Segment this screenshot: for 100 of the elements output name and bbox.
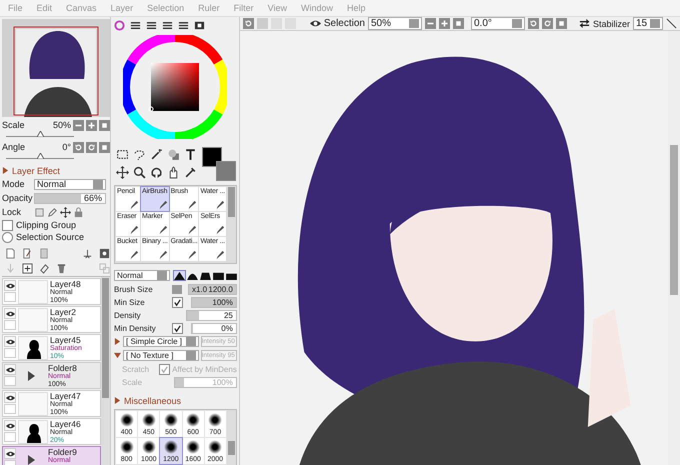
visibility-toggle[interactable] bbox=[4, 336, 16, 347]
zoom-out-button[interactable] bbox=[73, 120, 84, 130]
disclosure-triangle-icon[interactable] bbox=[114, 397, 121, 404]
lock-label: Lock bbox=[2, 207, 22, 217]
tool-button[interactable] bbox=[132, 148, 146, 163]
tool-button[interactable] bbox=[132, 166, 146, 181]
value-slider[interactable]: 0% bbox=[191, 322, 237, 334]
eye-icon bbox=[6, 450, 14, 456]
visibility-toggle[interactable] bbox=[4, 392, 16, 403]
navigator-label: Angle bbox=[2, 142, 26, 152]
layer-name: Layer46 bbox=[50, 420, 81, 429]
rotate-left-button[interactable] bbox=[73, 142, 84, 152]
selection-toggle[interactable]: Selection bbox=[324, 18, 365, 29]
brush-edge-option[interactable] bbox=[212, 270, 224, 280]
color-wheel-icon bbox=[114, 20, 125, 31]
tool-button[interactable] bbox=[166, 166, 180, 181]
padlock-icon bbox=[73, 206, 84, 218]
brush-tool-icon bbox=[214, 250, 225, 260]
eye-icon bbox=[6, 338, 14, 344]
line-icon bbox=[666, 18, 677, 29]
rectangle-select-icon bbox=[116, 148, 128, 161]
disclosure-triangle-icon[interactable] bbox=[2, 167, 9, 174]
merge-down-icon bbox=[22, 263, 33, 274]
tool-button[interactable] bbox=[116, 166, 128, 181]
edge-shape-icon bbox=[174, 270, 185, 280]
reset-angle-button[interactable] bbox=[556, 18, 567, 29]
rotate-left-icon bbox=[528, 19, 538, 28]
color-wheel[interactable] bbox=[123, 35, 228, 140]
zoom-in-button[interactable] bbox=[86, 120, 97, 130]
visibility-toggle[interactable] bbox=[4, 448, 16, 459]
slider-thumb[interactable] bbox=[37, 131, 44, 137]
value-slider[interactable]: 100% bbox=[191, 296, 237, 308]
opacity-label: Opacity bbox=[2, 193, 32, 203]
eyedropper-icon bbox=[184, 166, 196, 179]
brush-tool-icon bbox=[129, 250, 140, 260]
rotate-right-button[interactable] bbox=[542, 18, 553, 29]
text-tool-icon bbox=[184, 148, 196, 161]
rotate-left-button[interactable] bbox=[528, 18, 539, 29]
reset-zoom-button[interactable] bbox=[99, 120, 110, 130]
tool-button[interactable] bbox=[150, 166, 162, 181]
value-slider[interactable]: 25 bbox=[186, 310, 237, 321]
layer-name: Folder9 bbox=[48, 448, 77, 457]
zoom-out-button[interactable] bbox=[424, 18, 436, 29]
magic-wand-icon bbox=[150, 148, 162, 161]
square-icon bbox=[556, 19, 566, 28]
brush-tool-icon bbox=[158, 250, 168, 260]
artwork-drawing[interactable] bbox=[240, 31, 668, 465]
eye-icon bbox=[310, 18, 321, 29]
eye-icon bbox=[6, 394, 14, 400]
zoom-in-button[interactable] bbox=[438, 18, 450, 29]
eye-icon bbox=[6, 282, 14, 288]
selection-source-label: Selection Source bbox=[16, 232, 84, 242]
new-layer-icon bbox=[5, 248, 16, 259]
brush-tip-icon bbox=[186, 440, 200, 454]
brush-tip-icon bbox=[164, 440, 178, 454]
navigator-preview-drawing[interactable] bbox=[2, 19, 110, 117]
scrollbar[interactable] bbox=[668, 31, 680, 465]
scrollbar[interactable] bbox=[101, 277, 110, 465]
undo-button[interactable] bbox=[242, 18, 254, 29]
setting-label: Min Density bbox=[114, 324, 157, 333]
edge-shape-icon bbox=[226, 270, 237, 280]
plus-icon bbox=[87, 120, 96, 130]
brush-tool-icon bbox=[187, 250, 198, 260]
blend-mode-dropdown[interactable]: Normal bbox=[114, 270, 170, 281]
square-icon bbox=[100, 142, 109, 152]
section-header[interactable]: Miscellaneous bbox=[124, 396, 182, 406]
reset-angle-button[interactable] bbox=[99, 142, 110, 152]
brush-edge-option[interactable] bbox=[174, 270, 185, 280]
square-icon bbox=[100, 120, 109, 130]
mode-dropdown[interactable]: Normal bbox=[34, 178, 106, 190]
navigator-value: 0° bbox=[62, 142, 71, 152]
brush-edge-option[interactable] bbox=[200, 270, 211, 280]
value-slider[interactable]: 66% bbox=[34, 192, 106, 204]
tool-button[interactable] bbox=[184, 148, 196, 163]
visibility-toggle[interactable] bbox=[4, 364, 16, 375]
zoom-dropdown[interactable]: 50% bbox=[368, 17, 422, 30]
slider-track[interactable] bbox=[6, 131, 74, 137]
move-icon bbox=[60, 206, 71, 218]
stabilizer-dropdown[interactable]: 15 bbox=[633, 17, 663, 30]
checkbox[interactable] bbox=[2, 220, 13, 230]
clear-layer-icon bbox=[39, 263, 50, 274]
angle-dropdown[interactable]: 0.0° bbox=[470, 17, 525, 30]
checkbox[interactable] bbox=[172, 322, 183, 334]
color-sliders-icon bbox=[178, 20, 189, 31]
reset-zoom-button[interactable] bbox=[452, 18, 464, 29]
rotate-right-button[interactable] bbox=[86, 142, 97, 152]
brush-edge-option[interactable] bbox=[226, 270, 237, 280]
slider-track[interactable] bbox=[6, 153, 74, 159]
background-color-swatch[interactable] bbox=[216, 160, 236, 181]
value-slider[interactable]: x1.0 1200.0 bbox=[188, 284, 237, 295]
pencil-icon bbox=[47, 206, 58, 218]
visibility-toggle[interactable] bbox=[4, 308, 16, 319]
radio-button[interactable] bbox=[2, 232, 13, 242]
section-header[interactable]: Layer Effect bbox=[12, 166, 60, 176]
visibility-toggle[interactable] bbox=[4, 280, 16, 291]
mask-icon bbox=[99, 248, 110, 259]
checkbox[interactable] bbox=[172, 296, 183, 308]
slider-thumb[interactable] bbox=[37, 153, 44, 159]
visibility-toggle[interactable] bbox=[4, 420, 16, 431]
foreground-color-swatch[interactable] bbox=[202, 146, 222, 167]
